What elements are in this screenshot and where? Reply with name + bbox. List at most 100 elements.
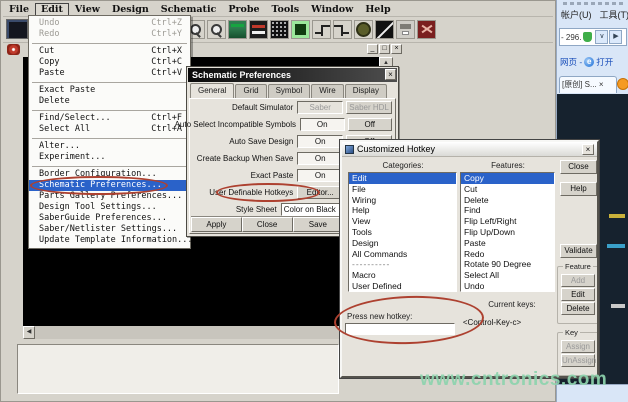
feature-item[interactable]: Redo bbox=[461, 249, 554, 260]
feature-delete-button[interactable]: Delete bbox=[561, 302, 595, 315]
feature-edit-button[interactable]: Edit bbox=[561, 288, 595, 301]
category-item[interactable]: File bbox=[349, 184, 456, 195]
menubar-item[interactable]: Probe bbox=[222, 3, 265, 16]
links-right-label[interactable]: 打开 bbox=[596, 56, 613, 68]
menubar-item[interactable]: View bbox=[69, 3, 106, 16]
edit-menu-item[interactable]: Design Tool Settings... bbox=[29, 202, 190, 213]
category-item[interactable]: Wiring bbox=[349, 195, 456, 206]
category-item[interactable]: View bbox=[349, 216, 456, 227]
pref-option-button[interactable]: Off bbox=[348, 118, 393, 131]
feature-item[interactable]: Cut bbox=[461, 184, 554, 195]
pref-option-button[interactable]: On bbox=[297, 135, 343, 148]
feature-item[interactable]: Select All bbox=[461, 270, 554, 281]
new-hotkey-input[interactable] bbox=[345, 323, 455, 335]
minimize-icon[interactable]: _ bbox=[367, 44, 378, 54]
feature-add-button[interactable]: Add bbox=[561, 274, 595, 287]
simulate-icon[interactable] bbox=[417, 20, 436, 39]
canvas-color-icon[interactable] bbox=[291, 20, 310, 39]
address-dropdown-icon[interactable]: ∨ bbox=[595, 30, 608, 44]
edit-menu-item[interactable]: Border Configuration... bbox=[29, 169, 190, 180]
features-list[interactable]: Copy Cut Delete Find Flip Left/Right Fli… bbox=[460, 172, 555, 292]
edit-menu-item[interactable]: Alter... bbox=[29, 141, 190, 152]
pref-option-button[interactable]: Saber HDL bbox=[346, 101, 392, 114]
prefs-footer-button[interactable]: Apply bbox=[191, 217, 242, 232]
zoom-out-icon[interactable] bbox=[207, 20, 226, 39]
close-icon[interactable]: × bbox=[385, 69, 396, 80]
edit-menu-item[interactable]: Parts Gallery Preferences... bbox=[29, 191, 190, 202]
menubar-item[interactable]: Tools bbox=[266, 3, 306, 16]
horizontal-scrollbar[interactable]: ◀ bbox=[23, 326, 393, 339]
prefs-tab[interactable]: Symbol bbox=[268, 84, 311, 99]
pref-option-button[interactable]: Saber bbox=[297, 101, 343, 114]
draw-tool-icon[interactable] bbox=[375, 20, 394, 39]
menubar-item[interactable]: File bbox=[3, 3, 35, 16]
feature-item[interactable]: Flip Left/Right bbox=[461, 216, 554, 227]
edit-menu-item[interactable]: Undo Ctrl+Z bbox=[29, 18, 190, 29]
edit-menu-item[interactable]: Redo Ctrl+Y bbox=[29, 29, 190, 40]
menubar-item[interactable]: Window bbox=[305, 3, 359, 16]
edit-menu-item[interactable]: SaberGuide Preferences... bbox=[29, 213, 190, 224]
address-bar[interactable]: - 296. ∨ ▶ bbox=[559, 28, 627, 46]
prefs-tab[interactable]: Grid bbox=[235, 84, 266, 99]
feature-item[interactable]: Rotate 90 Degree bbox=[461, 259, 554, 270]
prefs-footer-button[interactable]: Close bbox=[242, 217, 293, 232]
pref-option-button[interactable]: On bbox=[297, 169, 343, 182]
go-icon[interactable]: ▶ bbox=[609, 30, 622, 44]
edit-menu-item[interactable]: Exact Paste bbox=[29, 85, 190, 96]
categories-list[interactable]: Edit File Wiring Help View Tools Design … bbox=[348, 172, 457, 292]
feature-item[interactable]: Paste bbox=[461, 238, 554, 249]
key-assign-button[interactable]: Assign bbox=[561, 340, 595, 353]
feature-item[interactable]: Undo bbox=[461, 281, 554, 292]
menubar-item[interactable]: Schematic bbox=[155, 3, 223, 16]
edit-menu-item[interactable]: Select All Ctrl+A bbox=[29, 124, 190, 135]
category-item[interactable]: Tools bbox=[349, 227, 456, 238]
maximize-icon[interactable]: □ bbox=[379, 44, 390, 54]
bus-tool-icon[interactable] bbox=[333, 20, 352, 39]
validate-button[interactable]: Validate bbox=[560, 244, 597, 258]
category-item[interactable]: Help bbox=[349, 205, 456, 216]
edit-menu-item[interactable]: Update Template Information... bbox=[29, 235, 190, 246]
menubar-item[interactable]: Help bbox=[359, 3, 396, 16]
key-unassign-button[interactable]: UnAssign bbox=[561, 354, 595, 367]
feature-item[interactable]: Copy bbox=[461, 173, 554, 184]
close-icon[interactable]: × bbox=[582, 144, 594, 155]
grid-toggle-icon[interactable] bbox=[270, 20, 289, 39]
close-icon[interactable]: × bbox=[391, 44, 402, 54]
links-left-label[interactable]: 网页 - bbox=[560, 56, 582, 68]
menubar-item[interactable]: Edit bbox=[35, 3, 69, 16]
edit-menu-item[interactable]: Paste Ctrl+V bbox=[29, 68, 190, 79]
probe-tool-icon[interactable] bbox=[354, 20, 373, 39]
feature-item[interactable]: Flip Up/Down bbox=[461, 227, 554, 238]
feature-item[interactable]: Delete bbox=[461, 195, 554, 206]
edit-menu-item[interactable]: Delete bbox=[29, 96, 190, 107]
category-item[interactable]: Edit bbox=[349, 173, 456, 184]
edit-menu-item[interactable]: Saber/Netlister Settings... bbox=[29, 224, 190, 235]
browser-menu-item[interactable]: 帐户(U) bbox=[561, 10, 592, 20]
browser-menu-item[interactable]: 工具(T) bbox=[600, 10, 628, 20]
wire-tool-icon[interactable] bbox=[312, 20, 331, 39]
category-item[interactable]: User Defined bbox=[349, 281, 456, 292]
prefs-footer-button[interactable]: Save bbox=[293, 217, 344, 232]
prefs-tab[interactable]: Display bbox=[345, 84, 387, 99]
category-item[interactable]: ---------- bbox=[349, 259, 456, 270]
edit-menu-item[interactable]: Experiment... bbox=[29, 152, 190, 163]
close-button[interactable]: Close bbox=[560, 160, 597, 174]
browser-tab[interactable]: [原创] S... × bbox=[559, 76, 617, 93]
category-item[interactable]: Design bbox=[349, 238, 456, 249]
open-design-icon[interactable] bbox=[228, 20, 247, 39]
edit-menu-item[interactable]: Cut Ctrl+X bbox=[29, 46, 190, 57]
edit-menu-item[interactable]: Schematic Preferences... bbox=[29, 180, 190, 191]
menubar-item[interactable]: Design bbox=[106, 3, 155, 16]
category-item[interactable]: Macro bbox=[349, 270, 456, 281]
design-list-icon[interactable] bbox=[249, 20, 268, 39]
pref-option-button[interactable]: On bbox=[300, 118, 345, 131]
edit-menu-item[interactable]: Copy Ctrl+C bbox=[29, 57, 190, 68]
scroll-left-icon[interactable]: ◀ bbox=[23, 326, 35, 339]
pref-option-button[interactable]: On bbox=[297, 152, 343, 165]
feature-item[interactable]: Find bbox=[461, 205, 554, 216]
pref-option-button[interactable]: Editor... bbox=[297, 186, 343, 199]
help-button[interactable]: Help bbox=[560, 182, 597, 196]
prefs-tab[interactable]: Wire bbox=[311, 84, 343, 99]
saber-app-icon[interactable] bbox=[6, 19, 28, 39]
netlist-icon[interactable] bbox=[396, 20, 415, 39]
